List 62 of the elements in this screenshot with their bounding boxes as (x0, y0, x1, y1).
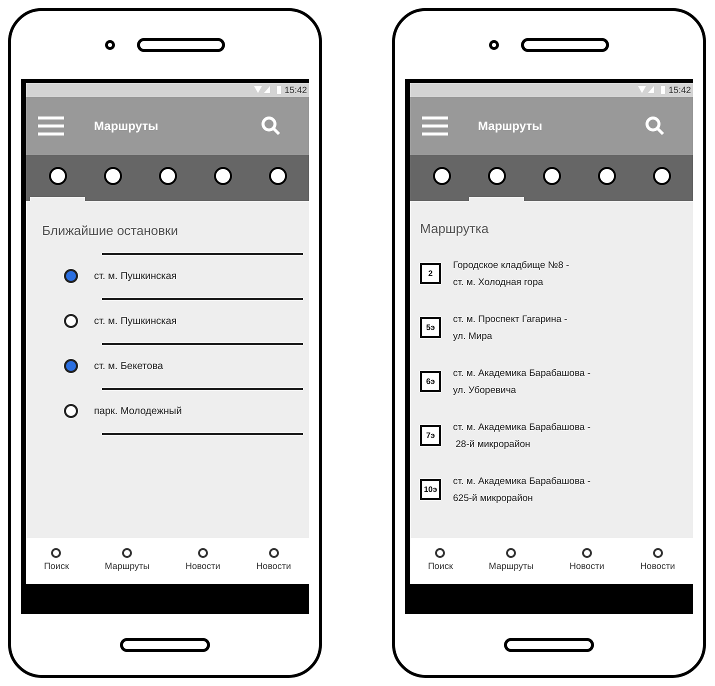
status-time: 15:42 (668, 86, 691, 94)
speaker-icon (137, 38, 225, 52)
tab-icon (432, 167, 450, 185)
radio-button[interactable] (64, 314, 78, 328)
route-number-badge: 5э (420, 317, 441, 338)
route-name[interactable]: ст. м. Академика Барабашова - ул. Уборевича (453, 364, 591, 398)
nav-icon (122, 548, 132, 558)
nav-item[interactable]: Поиск (428, 548, 453, 574)
route-name[interactable]: ст. м. Проспект Гагарина - ул. Мира (453, 310, 568, 344)
route-name[interactable]: ст. м. Академика Барабашова - 28-й микрорайон (453, 418, 591, 452)
stop-label: ст. м. Бекетова (94, 360, 164, 374)
tab-icon (158, 167, 176, 185)
nav-icon (652, 548, 663, 558)
camera-icon (489, 40, 499, 50)
search-icon[interactable] (645, 116, 665, 136)
nav-icon (435, 548, 446, 558)
tab-icon (268, 167, 286, 185)
nav-item[interactable]: Поиск (44, 548, 69, 574)
tab-icon (652, 167, 670, 185)
nav-icon (51, 548, 62, 558)
radio-button[interactable] (64, 404, 78, 418)
tab-icon (104, 167, 122, 185)
camera-icon (105, 40, 115, 50)
route-number-badge: 6э (420, 371, 441, 392)
menu-icon[interactable] (422, 116, 448, 136)
route-number-badge: 10э (420, 479, 441, 500)
section-heading: Маршрутка (420, 220, 489, 238)
status-time: 15:42 (284, 86, 307, 94)
tab-icon (488, 167, 506, 185)
stop-label: ст. м. Пушкинская (94, 270, 177, 284)
home-button[interactable] (120, 638, 210, 652)
search-icon[interactable] (261, 116, 281, 136)
nav-icon (268, 548, 279, 558)
nav-item[interactable]: Новости (185, 548, 220, 574)
route-number-badge: 2 (420, 263, 441, 284)
nav-item[interactable]: Новости (569, 548, 604, 574)
nav-icon (198, 548, 208, 558)
nav-icon (582, 548, 592, 558)
radio-button[interactable] (64, 269, 78, 283)
app-title: Маршруты (94, 118, 158, 135)
speaker-icon (521, 38, 609, 52)
radio-button[interactable] (64, 359, 78, 373)
app-title: Маршруты (478, 118, 542, 135)
menu-icon[interactable] (38, 116, 64, 136)
tab-icon (542, 167, 560, 185)
tab-icon (214, 167, 232, 185)
stop-label: ст. м. Пушкинская (94, 314, 177, 328)
stop-label: парк. Молодежный (94, 404, 182, 418)
tab-icon (48, 167, 66, 185)
nav-item[interactable]: Маршруты (488, 548, 534, 574)
tab-icon (598, 167, 616, 185)
section-heading: Ближайшие остановки (42, 222, 178, 240)
nav-item[interactable]: Маршруты (104, 548, 150, 574)
nav-icon (506, 548, 516, 558)
nav-item[interactable]: Новости (256, 548, 292, 574)
nav-item[interactable]: Новости (640, 548, 676, 574)
battery-icon (661, 86, 666, 94)
home-button[interactable] (504, 638, 594, 652)
route-name[interactable]: Городское кладбище №8 - ст. м. Холодная гора (453, 256, 570, 290)
route-name[interactable]: ст. м. Академика Барабашова - 625-й микрорайон (453, 472, 591, 506)
route-number-badge: 7э (420, 425, 441, 446)
battery-icon (277, 86, 282, 94)
